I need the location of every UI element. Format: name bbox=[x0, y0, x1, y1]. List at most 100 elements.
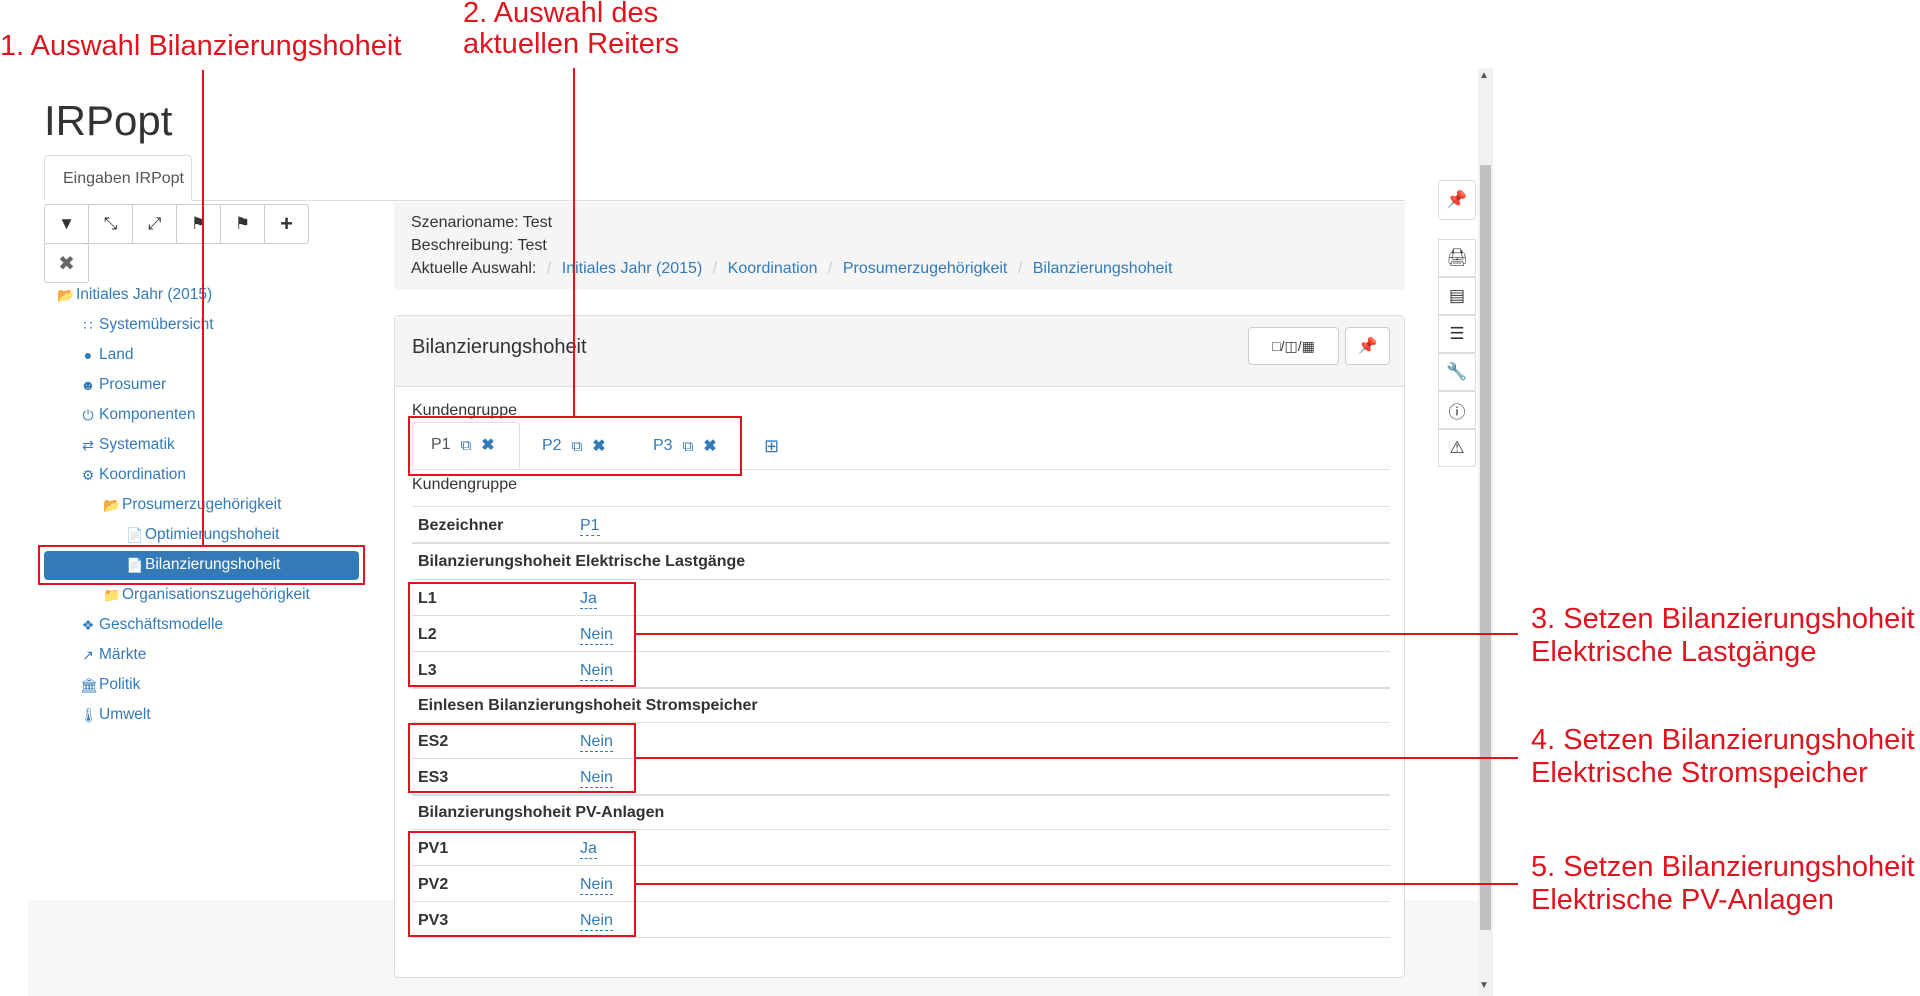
tree-item-komponenten[interactable]: ⏻ Komponenten bbox=[80, 406, 196, 424]
annotation-box-stromspeicher bbox=[408, 723, 636, 793]
print-button[interactable]: 🖨 bbox=[1438, 239, 1476, 277]
plus-icon: + bbox=[280, 211, 293, 236]
tree-item-label: Optimierungshoheit bbox=[145, 526, 280, 543]
server-icon: ☰ bbox=[1449, 324, 1465, 343]
tree-item-koordination[interactable]: ⚙ Koordination bbox=[80, 466, 186, 484]
annotation-line-2 bbox=[573, 68, 575, 418]
collapse-all-button[interactable]: ⤢ bbox=[132, 204, 177, 244]
folder-icon: 📁 bbox=[103, 586, 121, 603]
section-stromspeicher: Einlesen Bilanzierungshoheit Stromspeich… bbox=[418, 697, 758, 714]
tree-item-label: Komponenten bbox=[99, 406, 196, 423]
collapse-icon: ⤢ bbox=[147, 214, 162, 233]
annotation-box-tabs bbox=[408, 416, 742, 476]
section-lastgaenge: Bilanzierungshoheit Elektrische Lastgäng… bbox=[418, 553, 746, 570]
breadcrumb-label: Aktuelle Auswahl: bbox=[411, 260, 537, 277]
folder-open-icon: 📂 bbox=[103, 496, 121, 513]
row-divider bbox=[412, 542, 1390, 544]
tree-item-root[interactable]: 📂 Initiales Jahr (2015) bbox=[57, 286, 212, 304]
pin-icon: 📌 bbox=[1446, 190, 1468, 209]
power-icon: ⏻ bbox=[82, 406, 94, 423]
server-button[interactable]: ☰ bbox=[1438, 315, 1476, 353]
tree-item-politik[interactable]: 🏛 Politik bbox=[80, 676, 140, 694]
expand-all-button[interactable]: ⤡ bbox=[88, 204, 133, 244]
exchange-icon: ⇄ bbox=[82, 436, 94, 453]
tree-item-systemuebersicht[interactable]: ∷ Systemübersicht bbox=[80, 316, 214, 334]
tree-item-label: Politik bbox=[99, 676, 141, 693]
scroll-down-icon[interactable]: ▼ bbox=[1479, 980, 1489, 991]
warning-icon: ⚠ bbox=[1449, 438, 1465, 457]
breadcrumb-item[interactable]: Initiales Jahr (2015) bbox=[562, 260, 703, 277]
tree-item-land[interactable]: ● Land bbox=[80, 346, 134, 364]
users-icon: ☻ bbox=[80, 377, 96, 393]
annotation-box-pv bbox=[408, 831, 636, 937]
scenario-description: Beschreibung: Test bbox=[411, 237, 547, 254]
annotation-3-line2: Elektrische Lastgänge bbox=[1531, 636, 1817, 668]
pin-icon: 📌 bbox=[1357, 338, 1378, 355]
annotation-line-4 bbox=[636, 757, 1518, 759]
annotation-box-tree-selection bbox=[38, 545, 365, 585]
warning-button[interactable]: ⚠ bbox=[1438, 429, 1476, 467]
scrollbar-thumb[interactable] bbox=[1480, 165, 1491, 930]
folder-open-icon: 📂 bbox=[57, 286, 75, 303]
export-button[interactable]: ⚑ bbox=[220, 204, 265, 244]
bezeichner-value[interactable]: P1 bbox=[580, 517, 600, 536]
expand-icon: ⤡ bbox=[103, 214, 118, 233]
scroll-up-icon[interactable]: ▲ bbox=[1479, 70, 1489, 81]
row-divider bbox=[412, 579, 1390, 580]
breadcrumb-item[interactable]: Koordination bbox=[728, 260, 818, 277]
breadcrumb: Aktuelle Auswahl: / Initiales Jahr (2015… bbox=[411, 260, 1173, 277]
pin-panel-button[interactable]: 📌 bbox=[1345, 327, 1390, 365]
flag-export-icon: ⚑ bbox=[234, 214, 251, 233]
annotation-4-line2: Elektrische Stromspeicher bbox=[1531, 757, 1868, 789]
sidebar-pin-button[interactable]: 📌 bbox=[1438, 180, 1476, 220]
annotation-line-3 bbox=[636, 633, 1518, 635]
breadcrumb-item[interactable]: Prosumerzugehörigkeit bbox=[843, 260, 1008, 277]
list-icon: ▤ bbox=[1448, 286, 1466, 305]
close-tree-button[interactable]: ✖ bbox=[44, 243, 89, 283]
import-button[interactable]: ⚑ bbox=[176, 204, 221, 244]
breadcrumb-item[interactable]: Bilanzierungshoheit bbox=[1033, 260, 1173, 277]
tree-item-geschaeftsmodelle[interactable]: ❖ Geschäftsmodelle bbox=[80, 616, 223, 634]
tree-item-maerkte[interactable]: ↗ Märkte bbox=[80, 646, 146, 664]
tree-item-label: Systematik bbox=[99, 436, 175, 453]
tree-item-systematik[interactable]: ⇄ Systematik bbox=[80, 436, 175, 454]
annotation-box-lastgaenge bbox=[408, 582, 636, 687]
tree-item-organisationszugehoerigkeit[interactable]: 📁 Organisationszugehörigkeit bbox=[103, 586, 310, 604]
tree-item-label: Koordination bbox=[99, 466, 187, 483]
info-icon: ⓘ bbox=[1448, 402, 1466, 422]
annotation-2-line1: 2. Auswahl des bbox=[463, 0, 659, 29]
annotation-4-line1: 4. Setzen Bilanzierungshoheit bbox=[1531, 724, 1915, 756]
tree-item-label: Märkte bbox=[99, 646, 147, 663]
add-tab-button[interactable]: ⊞ bbox=[764, 423, 779, 469]
file-icon: 📄 bbox=[126, 526, 144, 543]
tree-item-label: Systemübersicht bbox=[99, 316, 214, 333]
tree-item-prosumerzugehoerigkeit[interactable]: 📂 Prosumerzugehörigkeit bbox=[103, 496, 281, 514]
info-button[interactable]: ⓘ bbox=[1438, 391, 1476, 429]
bezeichner-label: Bezeichner bbox=[418, 517, 504, 534]
list-button[interactable]: ▤ bbox=[1438, 277, 1476, 315]
layout-toggle-button[interactable]: □/◫/▦ bbox=[1248, 327, 1339, 365]
row-divider bbox=[412, 506, 1390, 507]
tree-item-label: Umwelt bbox=[99, 706, 151, 723]
spinner-icon: ∷ bbox=[83, 316, 93, 333]
tree-item-prosumer[interactable]: ☻ Prosumer bbox=[80, 376, 167, 394]
map-marker-icon: ● bbox=[83, 347, 93, 363]
tree-item-label: Initiales Jahr (2015) bbox=[76, 286, 213, 303]
filter-button[interactable]: ▼ bbox=[44, 204, 89, 244]
close-icon: ✖ bbox=[58, 252, 75, 275]
annotation-2-line2: aktuellen Reiters bbox=[463, 28, 679, 60]
line-chart-icon: ↗ bbox=[82, 646, 94, 663]
add-button[interactable]: + bbox=[264, 204, 309, 244]
layout-columns-icon: □/◫/▦ bbox=[1272, 337, 1315, 354]
tree-item-label: Prosumer bbox=[99, 376, 167, 393]
annotation-3-line1: 3. Setzen Bilanzierungshoheit bbox=[1531, 603, 1915, 635]
tree-item-umwelt[interactable]: 🌡 Umwelt bbox=[80, 706, 151, 724]
row-divider bbox=[412, 829, 1390, 830]
panel-title: Bilanzierungshoheit bbox=[412, 336, 587, 358]
cubes-icon: ❖ bbox=[81, 616, 95, 633]
tree-item-label: Land bbox=[99, 346, 134, 363]
section-pv-anlagen: Bilanzierungshoheit PV-Anlagen bbox=[418, 804, 665, 821]
tab-eingaben-irpopt[interactable]: Eingaben IRPopt bbox=[44, 155, 192, 200]
settings-button[interactable]: 🔧 bbox=[1438, 353, 1476, 391]
thermometer-icon: 🌡 bbox=[80, 706, 98, 723]
